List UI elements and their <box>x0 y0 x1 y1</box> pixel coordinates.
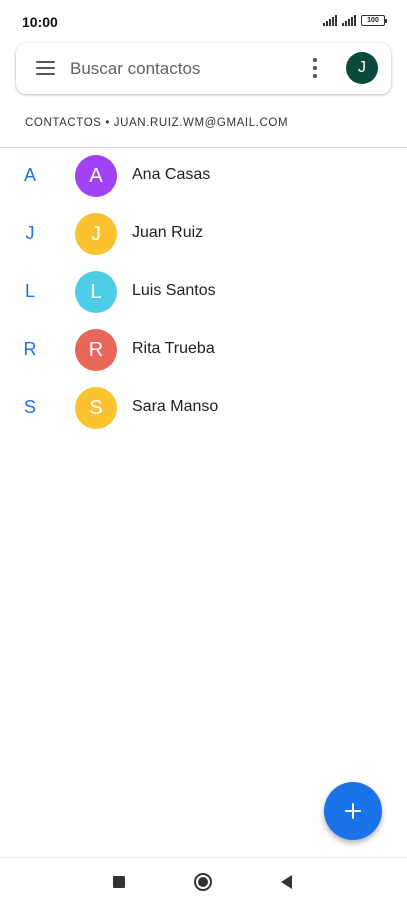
status-bar: 10:00 100 <box>0 0 407 42</box>
contact-avatar: R <box>75 329 117 371</box>
more-vert-icon[interactable] <box>309 58 321 78</box>
contact-row[interactable]: R R Rita Trueba <box>0 321 407 379</box>
contact-avatar: S <box>75 387 117 429</box>
contact-row[interactable]: A A Ana Casas <box>0 147 407 205</box>
status-icons: 100 <box>323 15 387 26</box>
contact-row[interactable]: S S Sara Manso <box>0 379 407 437</box>
search-bar[interactable]: Buscar contactos J <box>16 43 391 94</box>
section-letter: A <box>23 165 36 185</box>
battery-icon: 100 <box>361 15 387 26</box>
contact-avatar: A <box>75 155 117 197</box>
contact-name: Sara Manso <box>132 398 219 415</box>
recents-icon[interactable] <box>113 876 125 888</box>
contact-row[interactable]: L L Luis Santos <box>0 263 407 321</box>
contact-list: A A Ana Casas J J Juan Ruiz L L Luis San… <box>0 147 407 437</box>
search-input[interactable]: Buscar contactos <box>70 59 200 79</box>
section-letter: R <box>23 339 37 359</box>
section-letter: L <box>24 281 35 301</box>
contact-avatar: L <box>75 271 117 313</box>
contact-name: Juan Ruiz <box>132 224 204 241</box>
menu-icon[interactable] <box>36 61 55 75</box>
home-icon[interactable] <box>194 873 212 891</box>
section-letter: J <box>25 223 35 243</box>
battery-level: 100 <box>367 17 379 24</box>
add-contact-button[interactable] <box>324 782 382 840</box>
contact-name: Ana Casas <box>132 166 211 183</box>
contact-name: Rita Trueba <box>132 340 215 357</box>
status-time: 10:00 <box>22 14 58 30</box>
section-letter: S <box>23 397 36 417</box>
signal-icon <box>323 15 337 26</box>
back-icon[interactable] <box>281 875 292 889</box>
account-avatar[interactable]: J <box>346 52 378 84</box>
nav-bar <box>0 857 407 906</box>
account-header: CONTACTOS • JUAN.RUIZ.WM@GMAIL.COM <box>25 117 289 129</box>
contact-avatar: J <box>75 213 117 255</box>
contact-name: Luis Santos <box>132 282 216 299</box>
contact-row[interactable]: J J Juan Ruiz <box>0 205 407 263</box>
signal-icon <box>342 15 356 26</box>
